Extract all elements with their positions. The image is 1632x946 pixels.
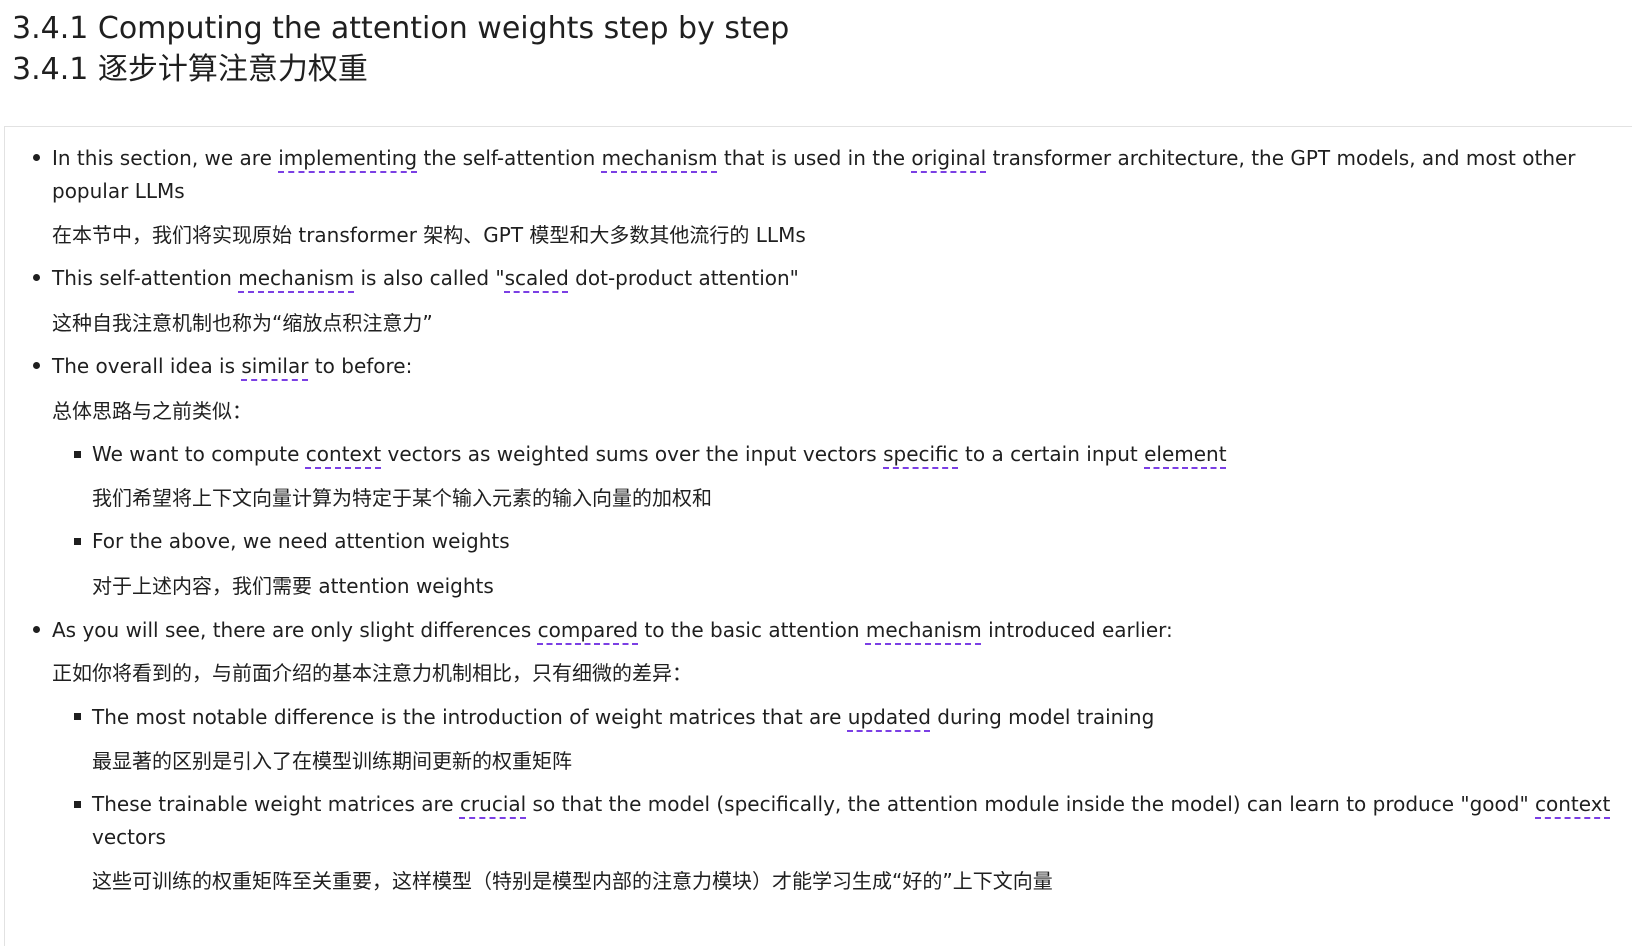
sub-bullet-a1-line: We want to compute context vectors as we… [92, 438, 1227, 471]
text-span: to the basic attention [638, 618, 866, 642]
text-span: that is used in the [717, 146, 912, 170]
bullet-4-chinese: 正如你将看到的，与前面介绍的基本注意力机制相比，只有细微的差异： [52, 661, 692, 685]
sub-bullet-a1-chinese: 我们希望将上下文向量计算为特定于某个输入元素的输入向量的加权和 [92, 486, 712, 510]
spellcheck-word[interactable]: mechanism [238, 266, 354, 290]
sub-bullet-b2-line1: These trainable weight matrices are cruc… [92, 788, 1610, 821]
spellcheck-word[interactable]: compared [538, 618, 638, 642]
text-span: to a certain input [958, 442, 1145, 466]
bullet-1-line1: In this section, we are implementing the… [52, 142, 1576, 175]
spellcheck-word[interactable]: implementing [278, 146, 417, 170]
text-span: dot-product attention" [568, 266, 799, 290]
spellcheck-word[interactable]: original [911, 146, 986, 170]
spellcheck-word[interactable]: mechanism [602, 146, 718, 170]
text-span: As you will see, there are only slight d… [52, 618, 538, 642]
bullet-disc [33, 626, 40, 633]
bullet-1-line2: popular LLMs [52, 179, 185, 203]
text-span: We want to compute [92, 442, 306, 466]
text-span: These trainable weight matrices are [92, 792, 460, 816]
spellcheck-word[interactable]: scaled [505, 266, 569, 290]
section-heading: 3.4.1 Computing the attention weights st… [12, 8, 1612, 90]
sub-bullet-b2-chinese: 这些可训练的权重矩阵至关重要，这样模型（特别是模型内部的注意力模块）才能学习生成… [92, 869, 1053, 893]
text-span: to before: [308, 354, 413, 378]
text-span: This self-attention [52, 266, 239, 290]
spellcheck-word[interactable]: crucial [460, 792, 526, 816]
bullet-2-line: This self-attention mechanism is also ca… [52, 262, 799, 295]
spellcheck-word[interactable]: context [306, 442, 381, 466]
text-span: during model training [930, 705, 1155, 729]
text-span: introduced earlier: [981, 618, 1173, 642]
sub-bullet-a2-chinese: 对于上述内容，我们需要 attention weights [92, 574, 494, 598]
spellcheck-word[interactable]: updated [848, 705, 931, 729]
bullet-2-chinese: 这种自我注意机制也称为“缩放点积注意力” [52, 311, 433, 335]
bullet-1-chinese: 在本节中，我们将实现原始 transformer 架构、GPT 模型和大多数其他… [52, 223, 806, 247]
sub-bullet-b1-chinese: 最显著的区别是引入了在模型训练期间更新的权重矩阵 [92, 749, 572, 773]
text-span: vectors as weighted sums over the input … [381, 442, 884, 466]
text-span: transformer architecture, the GPT models… [986, 146, 1576, 170]
bullet-square [74, 713, 81, 720]
spellcheck-word[interactable]: mechanism [866, 618, 982, 642]
sub-bullet-a2-line: For the above, we need attention weights [92, 529, 510, 553]
bullet-disc [33, 154, 40, 161]
heading-chinese: 3.4.1 逐步计算注意力权重 [12, 52, 368, 87]
bullet-square [74, 451, 81, 458]
text-span: The most notable difference is the intro… [92, 705, 848, 729]
notebook-cell[interactable]: In this section, we are implementing the… [4, 126, 1632, 946]
heading-english: 3.4.1 Computing the attention weights st… [12, 11, 790, 46]
text-span: the self-attention [417, 146, 602, 170]
spellcheck-word[interactable]: context [1535, 792, 1610, 816]
bullet-disc [33, 362, 40, 369]
bullet-disc [33, 274, 40, 281]
sub-bullet-b2-line2: vectors [92, 825, 166, 849]
sub-bullet-b1-line: The most notable difference is the intro… [92, 701, 1154, 734]
bullet-square [74, 801, 81, 808]
spellcheck-word[interactable]: element [1144, 442, 1226, 466]
text-span: is also called " [354, 266, 505, 290]
bullet-3-line: The overall idea is similar to before: [52, 350, 412, 383]
spellcheck-word[interactable]: specific [883, 442, 959, 466]
text-span: The overall idea is [52, 354, 242, 378]
text-span: In this section, we are [52, 146, 279, 170]
bullet-3-chinese: 总体思路与之前类似： [52, 399, 252, 423]
text-span: so that the model (specifically, the att… [526, 792, 1536, 816]
spellcheck-word[interactable]: similar [241, 354, 308, 378]
bullet-4-line: As you will see, there are only slight d… [52, 614, 1173, 647]
bullet-square [74, 538, 81, 545]
